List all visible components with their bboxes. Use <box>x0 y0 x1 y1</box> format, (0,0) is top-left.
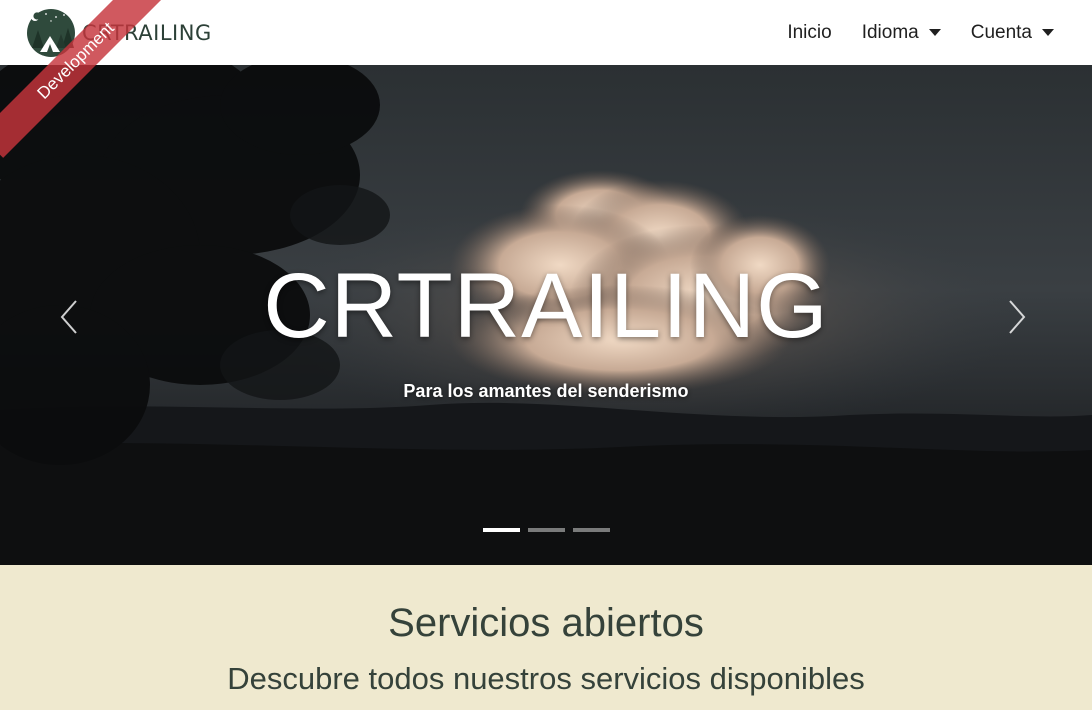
nav-account-dropdown[interactable]: Cuenta <box>971 22 1054 44</box>
nav-links: Inicio Idioma Cuenta <box>787 22 1054 44</box>
navbar: CRTRAILING Inicio Idioma Cuenta <box>0 0 1092 65</box>
caret-down-icon <box>1042 29 1054 36</box>
carousel-indicator-2[interactable] <box>527 528 565 532</box>
services-subtitle: Descubre todos nuestros servicios dispon… <box>227 661 865 696</box>
hero-subtitle: Para los amantes del senderismo <box>403 381 689 401</box>
carousel-next-chevron-icon[interactable] <box>1000 297 1030 337</box>
carousel-indicators <box>0 528 1092 532</box>
caret-down-icon <box>928 29 941 36</box>
nav-language-label: Idioma <box>861 21 919 43</box>
nav-language-dropdown[interactable]: Idioma <box>862 22 941 44</box>
carousel-prev-chevron-icon[interactable] <box>56 297 86 337</box>
nav-home-link[interactable]: Inicio <box>787 22 831 44</box>
hero-title: CRTRAILING <box>263 255 829 357</box>
hero-carousel: CRTRAILING Para los amantes del senderis… <box>0 65 1092 565</box>
services-title: Servicios abiertos <box>388 601 704 645</box>
services-section: Servicios abiertos Descubre todos nuestr… <box>0 565 1092 710</box>
nav-account-label: Cuenta <box>970 21 1032 43</box>
nav-home-label: Inicio <box>787 21 832 43</box>
carousel-indicator-3[interactable] <box>572 528 610 532</box>
carousel-indicator-1[interactable] <box>482 528 520 532</box>
